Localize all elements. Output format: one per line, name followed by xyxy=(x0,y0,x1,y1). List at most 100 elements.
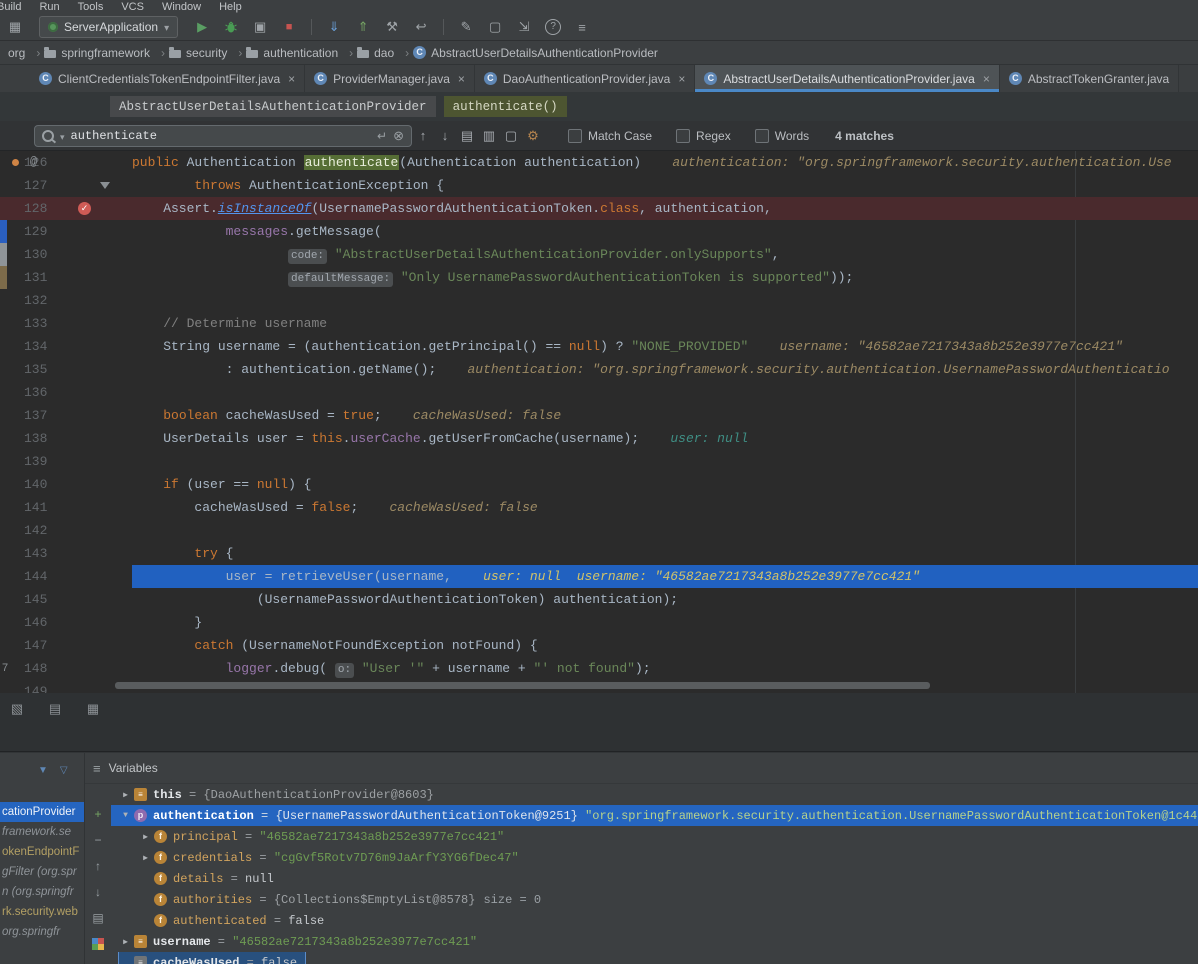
variable-row-authenticated[interactable]: authenticated = false xyxy=(111,910,1198,931)
line-number[interactable]: 142 xyxy=(24,519,47,542)
menu-item-vcs[interactable]: VCS xyxy=(121,0,144,14)
variable-row-username[interactable]: username = "46582ae7217343a8b252e3977e7c… xyxy=(111,931,1198,952)
search-history-chevron-icon[interactable] xyxy=(60,129,65,143)
editor-tab-abstracttokengranter-java[interactable]: AbstractTokenGranter.java xyxy=(1000,65,1179,92)
editor-tab-clientcredentialstokenendpointfilter-java[interactable]: ClientCredentialsTokenEndpointFilter.jav… xyxy=(30,65,305,92)
gutter[interactable]: 142 xyxy=(0,519,132,542)
gutter[interactable]: 141 xyxy=(0,496,132,519)
expand-icon[interactable] xyxy=(139,832,152,842)
code-text[interactable]: catch (UsernameNotFoundException notFoun… xyxy=(132,634,1198,657)
line-number[interactable]: 132 xyxy=(24,289,47,312)
variable-row-this[interactable]: this = {DaoAuthenticationProvider@8603} xyxy=(111,784,1198,805)
close-tab-icon[interactable] xyxy=(288,72,295,86)
breadcrumb-item-abstractuserdetailsauthenticationprovider[interactable]: AbstractUserDetailsAuthenticationProvide… xyxy=(413,46,669,60)
menu-item-tools[interactable]: Tools xyxy=(78,0,104,14)
table-icon[interactable] xyxy=(82,699,104,719)
newline-icon[interactable] xyxy=(377,129,387,143)
variable-row-cachewasused[interactable]: cacheWasUsed = false xyxy=(111,952,1198,964)
code-text[interactable]: defaultMessage: "Only UsernamePasswordAu… xyxy=(132,266,1198,289)
gutter[interactable]: 131 xyxy=(0,266,132,289)
navigate-up-icon[interactable] xyxy=(90,858,106,874)
frame-row[interactable]: gFilter (org.spr xyxy=(0,862,84,882)
breadcrumb-item-security[interactable]: security xyxy=(169,46,242,60)
find-all-icon[interactable] xyxy=(456,128,478,144)
code-text[interactable]: // Determine username xyxy=(132,312,1198,335)
breadcrumb-item-authentication[interactable]: authentication xyxy=(246,46,353,60)
code-text[interactable]: } xyxy=(132,611,1198,634)
hide-frames-icon[interactable] xyxy=(60,765,68,776)
restore-window-icon[interactable] xyxy=(484,17,506,37)
code-text[interactable]: public Authentication authenticate(Authe… xyxy=(132,151,1198,174)
gutter[interactable]: 130 xyxy=(0,243,132,266)
checkbox-icon[interactable] xyxy=(755,129,769,143)
code-text[interactable] xyxy=(132,289,1198,312)
build-icon[interactable] xyxy=(381,17,403,37)
close-tab-icon[interactable] xyxy=(983,72,990,86)
search-icon[interactable] xyxy=(42,130,54,142)
frame-row[interactable]: rk.security.web xyxy=(0,902,84,922)
breadcrumb-item-org[interactable]: org xyxy=(8,46,40,60)
search-input[interactable]: authenticate xyxy=(71,129,157,143)
expand-icon[interactable] xyxy=(119,937,132,947)
gutter[interactable]: 147 xyxy=(0,634,132,657)
navigate-down-icon[interactable] xyxy=(90,884,106,900)
variable-row-credentials[interactable]: credentials = "cgGvf5Rotv7D76m9JaArfY3YG… xyxy=(111,847,1198,868)
gutter[interactable]: 135 xyxy=(0,358,132,381)
class-chip[interactable]: AbstractUserDetailsAuthenticationProvide… xyxy=(110,96,436,117)
remove-watch-icon[interactable] xyxy=(90,832,106,848)
line-number[interactable]: 149 xyxy=(24,680,47,693)
frame-row[interactable]: okenEndpointF xyxy=(0,842,84,862)
gutter[interactable]: 128 xyxy=(0,197,132,220)
line-number[interactable]: 133 xyxy=(24,312,47,335)
editor-tab-daoauthenticationprovider-java[interactable]: DaoAuthenticationProvider.java xyxy=(475,65,695,92)
line-number[interactable]: 128 xyxy=(24,197,47,220)
gutter[interactable]: 146 xyxy=(0,611,132,634)
stop-button[interactable] xyxy=(278,17,300,37)
run-button[interactable] xyxy=(191,17,213,37)
method-chip[interactable]: authenticate() xyxy=(444,96,567,117)
gutter[interactable]: 132 xyxy=(0,289,132,312)
code-text[interactable]: : authentication.getName(); authenticati… xyxy=(132,358,1198,381)
collapse-icon[interactable] xyxy=(119,811,132,820)
code-text[interactable]: logger.debug( o: "User '" + username + "… xyxy=(132,657,1198,680)
help-button[interactable] xyxy=(542,17,564,37)
filter-exclude-icon[interactable] xyxy=(500,128,522,144)
close-tab-icon[interactable] xyxy=(678,72,685,86)
search-option-match-case[interactable]: Match Case xyxy=(568,129,652,143)
menu-item-window[interactable]: Window xyxy=(162,0,201,14)
editor-tab-abstractuserdetailsauthenticationprovider-java[interactable]: AbstractUserDetailsAuthenticationProvide… xyxy=(695,65,999,92)
menu-item-help[interactable]: Help xyxy=(219,0,242,14)
search-settings-icon[interactable] xyxy=(522,128,544,144)
gutter[interactable]: 134 xyxy=(0,335,132,358)
gutter[interactable]: 137 xyxy=(0,404,132,427)
line-number[interactable]: 127 xyxy=(24,174,47,197)
close-tab-icon[interactable] xyxy=(458,72,465,86)
gutter[interactable]: 127 xyxy=(0,174,132,197)
layout-settings-icon[interactable] xyxy=(90,936,106,952)
line-number[interactable]: 130 xyxy=(24,243,47,266)
code-text[interactable]: (UsernamePasswordAuthenticationToken) au… xyxy=(132,588,1198,611)
line-number[interactable]: 137 xyxy=(24,404,47,427)
gutter[interactable]: 145 xyxy=(0,588,132,611)
editor-tab-providermanager-java[interactable]: ProviderManager.java xyxy=(305,65,475,92)
line-number[interactable]: 147 xyxy=(24,634,47,657)
filter-search-icon[interactable] xyxy=(478,128,500,144)
import-icon[interactable] xyxy=(513,17,535,37)
pin-icon[interactable] xyxy=(44,699,66,719)
code-text[interactable]: UserDetails user = this.userCache.getUse… xyxy=(132,427,1198,450)
gutter[interactable]: 129 xyxy=(0,220,132,243)
variable-row-details[interactable]: details = null xyxy=(111,868,1198,889)
line-number[interactable]: 140 xyxy=(24,473,47,496)
code-text[interactable]: Assert.isInstanceOf(UsernamePasswordAuth… xyxy=(132,197,1198,220)
gutter[interactable]: 140 xyxy=(0,473,132,496)
breadcrumb-item-dao[interactable]: dao xyxy=(357,46,409,60)
breakpoint-icon[interactable] xyxy=(78,202,91,215)
frame-row[interactable]: org.springfr xyxy=(0,922,84,942)
variable-row-principal[interactable]: principal = "46582ae7217343a8b252e3977e7… xyxy=(111,826,1198,847)
breadcrumb-item-springframework[interactable]: springframework xyxy=(44,46,165,60)
gutter[interactable]: 144 xyxy=(0,565,132,588)
next-match-icon[interactable] xyxy=(434,128,456,143)
gutter[interactable]: 7148 xyxy=(0,657,132,680)
line-number[interactable]: 141 xyxy=(24,496,47,519)
gutter[interactable]: 143 xyxy=(0,542,132,565)
